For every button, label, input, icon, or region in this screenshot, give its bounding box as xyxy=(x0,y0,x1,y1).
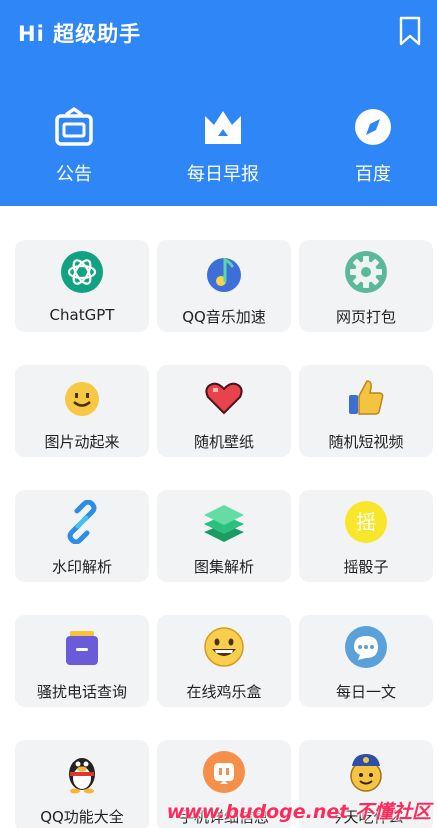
tool-random-short-video[interactable]: 随机短视频 xyxy=(299,365,433,457)
tool-label: 在线鸡乐盒 xyxy=(186,683,262,701)
tool-animate-image[interactable]: 图片动起来 xyxy=(15,365,149,457)
quick-link-daily-news[interactable]: 每日早报 xyxy=(168,106,278,186)
tool-daily-article[interactable]: 每日一文 xyxy=(299,615,433,707)
gear-icon xyxy=(345,251,387,293)
tool-album-parse[interactable]: 图集解析 xyxy=(157,490,291,582)
music-icon xyxy=(207,257,241,292)
tool-label: 图集解析 xyxy=(193,558,254,576)
layers-icon xyxy=(204,505,244,542)
watermark: www.budoge.net 不懂社区 xyxy=(166,801,431,823)
chatgpt-icon xyxy=(61,251,103,293)
tool-label: QQ功能大全 xyxy=(40,808,124,826)
header: Hi 超级助手 公告 每日早报 百度 xyxy=(0,0,437,206)
tool-label: 每日一文 xyxy=(335,683,396,701)
heart-icon xyxy=(205,382,243,415)
quick-link-label: 每日早报 xyxy=(187,164,259,185)
compass-icon xyxy=(355,109,391,145)
quick-link-label: 百度 xyxy=(355,164,391,185)
chef-icon xyxy=(350,754,382,792)
tool-label: 网页打包 xyxy=(335,308,396,326)
tool-label: ChatGPT xyxy=(49,306,115,324)
penguin-icon xyxy=(69,758,95,794)
thumbs-up-icon xyxy=(349,380,384,415)
smile-icon xyxy=(65,382,99,416)
tool-qq-music-boost[interactable]: QQ音乐加速 xyxy=(157,240,291,332)
tool-label: QQ音乐加速 xyxy=(182,308,266,326)
bookmark-icon[interactable] xyxy=(397,16,423,46)
app-title: Hi 超级助手 xyxy=(18,22,142,46)
tool-label: 摇骰子 xyxy=(343,558,389,576)
tool-chatgpt[interactable]: ChatGPT xyxy=(15,240,149,332)
tool-spam-call-lookup[interactable]: 骚扰电话查询 xyxy=(15,615,149,707)
tool-online-chicken-box[interactable]: 在线鸡乐盒 xyxy=(157,615,291,707)
announcement-icon xyxy=(55,107,93,146)
tool-label: 图片动起来 xyxy=(44,433,120,451)
tool-label: 水印解析 xyxy=(51,558,112,576)
tool-webpage-pack[interactable]: 网页打包 xyxy=(299,240,433,332)
tool-roll-dice[interactable]: 摇 摇骰子 xyxy=(299,490,433,582)
quick-link-announcement[interactable]: 公告 xyxy=(19,106,129,186)
crown-icon xyxy=(205,111,241,144)
tool-qq-features[interactable]: QQ功能大全 xyxy=(15,740,149,828)
box-icon xyxy=(66,631,98,665)
quick-link-label: 公告 xyxy=(56,164,92,185)
shake-icon-text: 摇 xyxy=(356,510,376,534)
link-icon xyxy=(67,500,97,544)
tool-label: 随机短视频 xyxy=(328,433,404,451)
chat-bubble-icon xyxy=(345,626,387,668)
grin-icon xyxy=(204,627,244,667)
tool-label: 随机壁纸 xyxy=(193,433,254,451)
tool-watermark-parse[interactable]: 水印解析 xyxy=(15,490,149,582)
quick-link-baidu[interactable]: 百度 xyxy=(318,106,428,186)
shake-icon: 摇 xyxy=(345,501,387,543)
tool-random-wallpaper[interactable]: 随机壁纸 xyxy=(157,365,291,457)
robot-icon xyxy=(203,751,245,793)
tool-label: 骚扰电话查询 xyxy=(36,683,127,701)
